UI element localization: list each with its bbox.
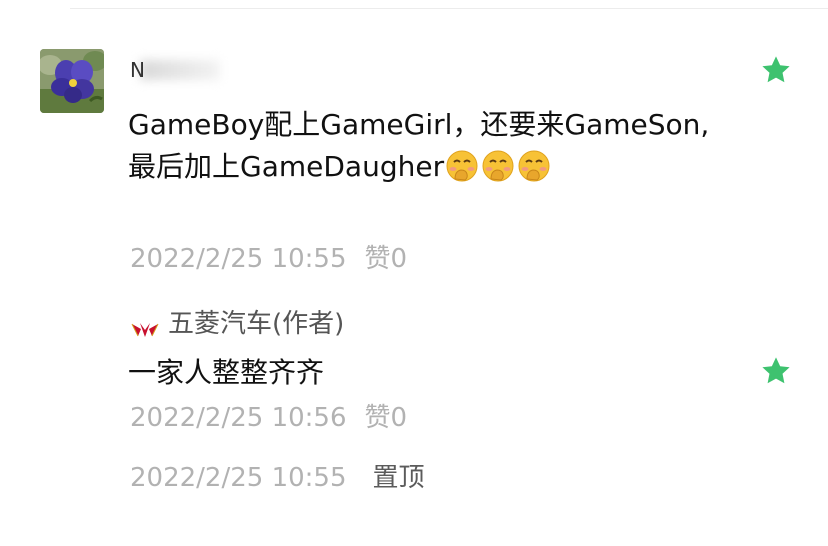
like-button[interactable]: 赞0	[365, 244, 408, 274]
emoji-icon	[481, 149, 515, 183]
emoji-icon	[517, 149, 551, 183]
footer-timestamp: 2022/2/25 10:55	[130, 463, 347, 493]
comment-timestamp: 2022/2/25 10:55	[130, 244, 347, 274]
like-button[interactable]: 赞0	[365, 403, 408, 433]
emoji-icon	[445, 149, 479, 183]
comment-text: GameBoy配上GameGirl，还要来GameSon,最后加上GameDau…	[128, 104, 728, 188]
comment-username[interactable]: N	[130, 58, 220, 82]
comment-body: GameBoy配上GameGirl，还要来GameSon,最后加上GameDau…	[128, 108, 710, 183]
star-icon[interactable]	[760, 355, 792, 387]
username-blur	[140, 60, 220, 80]
top-divider	[70, 8, 828, 9]
pansy-flower-icon	[40, 49, 104, 113]
reply-text: 一家人整整齐齐	[128, 356, 325, 389]
reply-timestamp: 2022/2/25 10:56	[130, 403, 347, 433]
comment-meta: 2022/2/25 10:55 赞0	[130, 243, 407, 275]
star-icon[interactable]	[760, 54, 792, 86]
reply-meta: 2022/2/25 10:56 赞0	[130, 402, 407, 434]
wuling-logo-icon	[130, 315, 160, 337]
footer-meta: 2022/2/25 10:55 置顶	[130, 462, 425, 494]
reply-author-name: 五菱汽车(作者)	[168, 309, 345, 339]
avatar[interactable]	[40, 49, 104, 113]
pin-button[interactable]: 置顶	[373, 463, 425, 493]
reply-author[interactable]: 五菱汽车(作者)	[130, 306, 344, 342]
